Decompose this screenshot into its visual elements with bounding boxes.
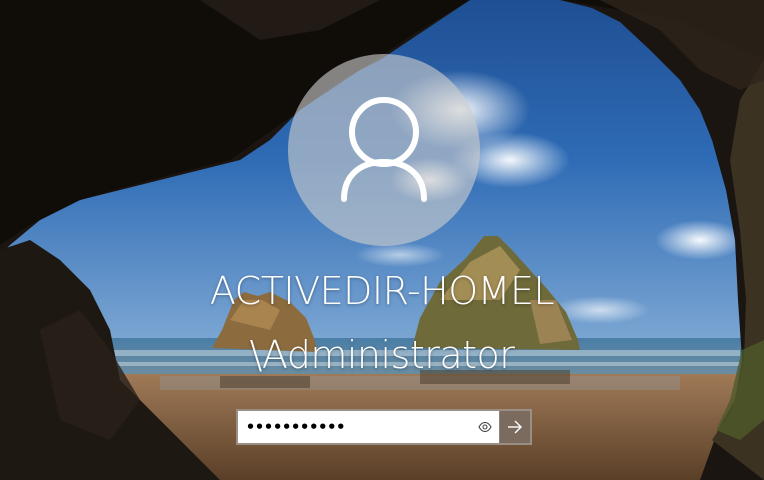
account-name-line2: \Administrator <box>249 333 515 377</box>
password-box <box>236 409 532 445</box>
lock-screen: ACTIVEDIR-HOMEL \Administrator <box>0 0 764 480</box>
reveal-password-button[interactable] <box>471 411 499 443</box>
account-name-line1: ACTIVEDIR-HOMEL <box>209 269 555 313</box>
user-icon <box>341 97 427 202</box>
user-avatar <box>288 54 480 246</box>
eye-icon <box>478 422 492 432</box>
arrow-right-icon <box>508 420 522 434</box>
password-field[interactable] <box>238 411 471 443</box>
submit-button[interactable] <box>499 411 530 443</box>
